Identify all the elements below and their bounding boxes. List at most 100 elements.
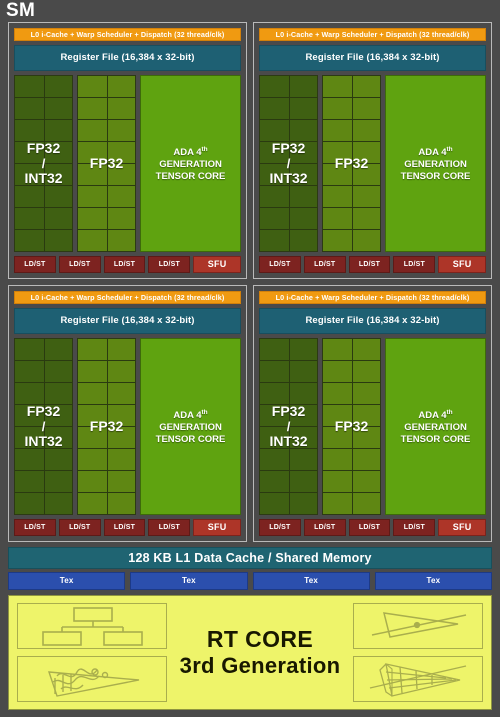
tensor-line-2: GENERATION: [159, 159, 222, 171]
ldst-unit: LD/ST: [103, 256, 146, 273]
processing-block-3: L0 i-Cache + Warp Scheduler + Dispatch (…: [253, 285, 492, 542]
tex-unit: Tex: [130, 572, 248, 590]
ldst-unit: LD/ST: [148, 519, 191, 536]
register-file-bar: Register File (16,384 x 32-bit): [259, 45, 486, 71]
fp32-label: FP32: [334, 155, 369, 171]
processing-block-1: L0 i-Cache + Warp Scheduler + Dispatch (…: [253, 22, 492, 279]
fp32-column: FP32: [77, 75, 137, 252]
tex-unit: Tex: [252, 572, 370, 590]
core-columns: FP32 / INT32 FP32 ADA 4th GENERATION TEN…: [14, 338, 241, 515]
fp32-column: FP32: [77, 338, 137, 515]
sfu-unit: SFU: [193, 519, 242, 536]
ldst-sfu-row: LD/ST LD/ST LD/ST LD/ST SFU: [259, 256, 487, 273]
fp32-text: FP32: [26, 140, 61, 156]
ldst-unit: LD/ST: [58, 256, 101, 273]
rt-core-right-icons: [353, 603, 483, 702]
ldst-unit: LD/ST: [148, 256, 191, 273]
sfu-unit: SFU: [193, 256, 242, 273]
tensor-core-column: ADA 4th GENERATION TENSOR CORE: [385, 75, 486, 252]
ldst-unit: LD/ST: [393, 256, 436, 273]
register-file-bar: Register File (16,384 x 32-bit): [259, 308, 486, 334]
ldst-sfu-row: LD/ST LD/ST LD/ST LD/ST SFU: [259, 519, 487, 536]
int32-text: INT32: [269, 170, 308, 186]
ldst-unit: LD/ST: [14, 256, 56, 273]
fp32-int32-label: FP32 / INT32: [24, 404, 62, 449]
fp32-text: FP32: [26, 403, 61, 419]
tensor-core-column: ADA 4th GENERATION TENSOR CORE: [140, 75, 241, 252]
warp-scheduler-bar: L0 i-Cache + Warp Scheduler + Dispatch (…: [259, 291, 486, 304]
core-columns: FP32 / INT32 FP32 ADA 4th GENERATION TEN…: [259, 338, 486, 515]
fp32-label: FP32: [89, 155, 124, 171]
sm-diagram: SM L0 i-Cache + Warp Scheduler + Dispatc…: [0, 0, 500, 717]
rt-core-line-1: RT CORE: [206, 626, 314, 653]
core-columns: FP32 / INT32 FP32 ADA 4th GENERATION TEN…: [14, 75, 241, 252]
ldst-unit: LD/ST: [14, 519, 56, 536]
ldst-sfu-row: LD/ST LD/ST LD/ST LD/ST SFU: [14, 256, 242, 273]
ldst-unit: LD/ST: [303, 519, 346, 536]
core-columns: FP32 / INT32 FP32 ADA 4th GENERATION TEN…: [259, 75, 486, 252]
tensor-core-label: ADA 4th GENERATION TENSOR CORE: [401, 144, 471, 183]
int32-text: INT32: [24, 433, 63, 449]
ldst-unit: LD/ST: [393, 519, 436, 536]
fp32-label: FP32: [334, 418, 369, 434]
fp32-int32-column: FP32 / INT32: [14, 75, 74, 252]
slash-text: /: [41, 156, 46, 171]
ldst-unit: LD/ST: [259, 256, 301, 273]
ldst-unit: LD/ST: [303, 256, 346, 273]
ldst-unit: LD/ST: [348, 256, 391, 273]
ldst-unit: LD/ST: [348, 519, 391, 536]
tensor-core-column: ADA 4th GENERATION TENSOR CORE: [385, 338, 486, 515]
processing-blocks-grid: L0 i-Cache + Warp Scheduler + Dispatch (…: [8, 22, 492, 542]
tensor-core-label: ADA 4th GENERATION TENSOR CORE: [156, 144, 226, 183]
tex-unit: Tex: [374, 572, 492, 590]
rt-core-line-2: 3rd Generation: [179, 653, 341, 679]
warp-scheduler-bar: L0 i-Cache + Warp Scheduler + Dispatch (…: [259, 28, 486, 41]
tensor-line-3: TENSOR CORE: [155, 171, 226, 183]
tensor-superscript: th: [201, 145, 208, 153]
rt-core-left-icons: [17, 603, 167, 702]
processing-block-2: L0 i-Cache + Warp Scheduler + Dispatch (…: [8, 285, 247, 542]
tensor-line-2: GENERATION: [159, 422, 222, 434]
ldst-sfu-row: LD/ST LD/ST LD/ST LD/ST SFU: [14, 519, 242, 536]
tensor-core-label: ADA 4th GENERATION TENSOR CORE: [401, 407, 471, 446]
fp32-text: FP32: [271, 140, 306, 156]
ldst-unit: LD/ST: [103, 519, 146, 536]
tensor-superscript: th: [446, 408, 453, 416]
fp32-column: FP32: [322, 338, 382, 515]
register-file-bar: Register File (16,384 x 32-bit): [14, 45, 241, 71]
sfu-unit: SFU: [438, 519, 487, 536]
int32-text: INT32: [269, 433, 308, 449]
tensor-line-3: TENSOR CORE: [400, 171, 471, 183]
tensor-line-1: ADA 4: [418, 410, 447, 422]
triangle-scribble-icon: [17, 656, 167, 702]
tensor-line-2: GENERATION: [404, 422, 467, 434]
int32-text: INT32: [24, 170, 63, 186]
bvh-mesh-traversal-icon: [353, 656, 483, 702]
register-file-bar: Register File (16,384 x 32-bit): [14, 308, 241, 334]
tensor-superscript: th: [446, 145, 453, 153]
ray-triangle-intersection-icon: [353, 603, 483, 649]
slash-text: /: [286, 156, 291, 171]
tensor-line-2: GENERATION: [404, 159, 467, 171]
tensor-superscript: th: [201, 408, 208, 416]
slash-text: /: [286, 419, 291, 434]
fp32-column: FP32: [322, 75, 382, 252]
fp32-int32-label: FP32 / INT32: [24, 141, 62, 186]
tex-unit: Tex: [8, 572, 126, 590]
rt-core-block: RT CORE 3rd Generation: [8, 595, 492, 710]
tex-units-row: Tex Tex Tex Tex: [8, 572, 492, 590]
sm-title: SM: [6, 0, 36, 21]
fp32-int32-column: FP32 / INT32: [14, 338, 74, 515]
fp32-int32-column: FP32 / INT32: [259, 75, 319, 252]
fp32-text: FP32: [271, 403, 306, 419]
ldst-unit: LD/ST: [58, 519, 101, 536]
bvh-tree-icon: [17, 603, 167, 649]
fp32-int32-label: FP32 / INT32: [269, 141, 307, 186]
warp-scheduler-bar: L0 i-Cache + Warp Scheduler + Dispatch (…: [14, 28, 241, 41]
tensor-line-1: ADA 4: [418, 147, 447, 159]
l1-data-cache-bar: 128 KB L1 Data Cache / Shared Memory: [8, 547, 492, 569]
tensor-line-3: TENSOR CORE: [400, 434, 471, 446]
tensor-line-1: ADA 4: [173, 147, 202, 159]
sfu-unit: SFU: [438, 256, 487, 273]
processing-block-0: L0 i-Cache + Warp Scheduler + Dispatch (…: [8, 22, 247, 279]
